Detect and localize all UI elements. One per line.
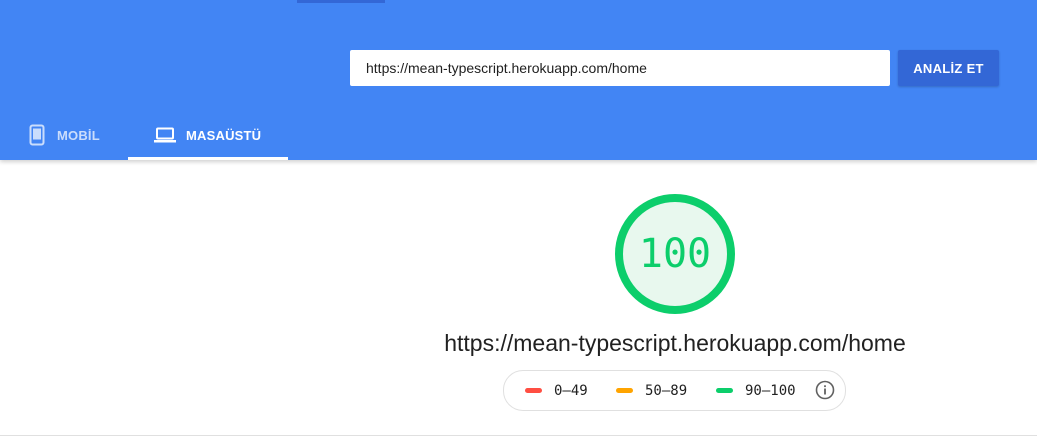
performance-score: 100 [638,231,712,277]
tab-desktop[interactable]: MASAÜSTÜ [128,110,288,160]
smartphone-icon [29,124,45,146]
score-gauge: 100 [614,193,736,315]
legend-label-pass: 90–100 [745,382,796,399]
score-legend: 0–49 50–89 90–100 [503,370,846,411]
legend-swatch-fail [525,388,542,393]
analyzed-url: https://mean-typescript.herokuapp.com/ho… [444,330,906,356]
laptop-icon [154,127,176,143]
legend-swatch-pass [716,388,733,393]
header-bar: ANALİZ ET MOBİL MASAÜSTÜ [0,0,1037,160]
tab-mobile-label: MOBİL [57,127,100,143]
info-icon[interactable] [815,380,835,400]
top-indicator-strip [297,0,385,3]
legend-item-average: 50–89 [616,371,687,410]
legend-label-average: 50–89 [645,382,688,399]
active-tab-indicator [128,157,288,160]
url-input[interactable] [350,50,890,86]
legend-label-fail: 0–49 [554,382,588,399]
legend-swatch-average [616,388,633,393]
legend-item-fail: 0–49 [525,371,588,410]
content-divider [0,435,1037,436]
legend-item-pass: 90–100 [716,371,796,410]
analyze-button[interactable]: ANALİZ ET [898,50,999,86]
tab-mobile[interactable]: MOBİL [29,110,119,160]
tab-desktop-label: MASAÜSTÜ [186,127,262,143]
